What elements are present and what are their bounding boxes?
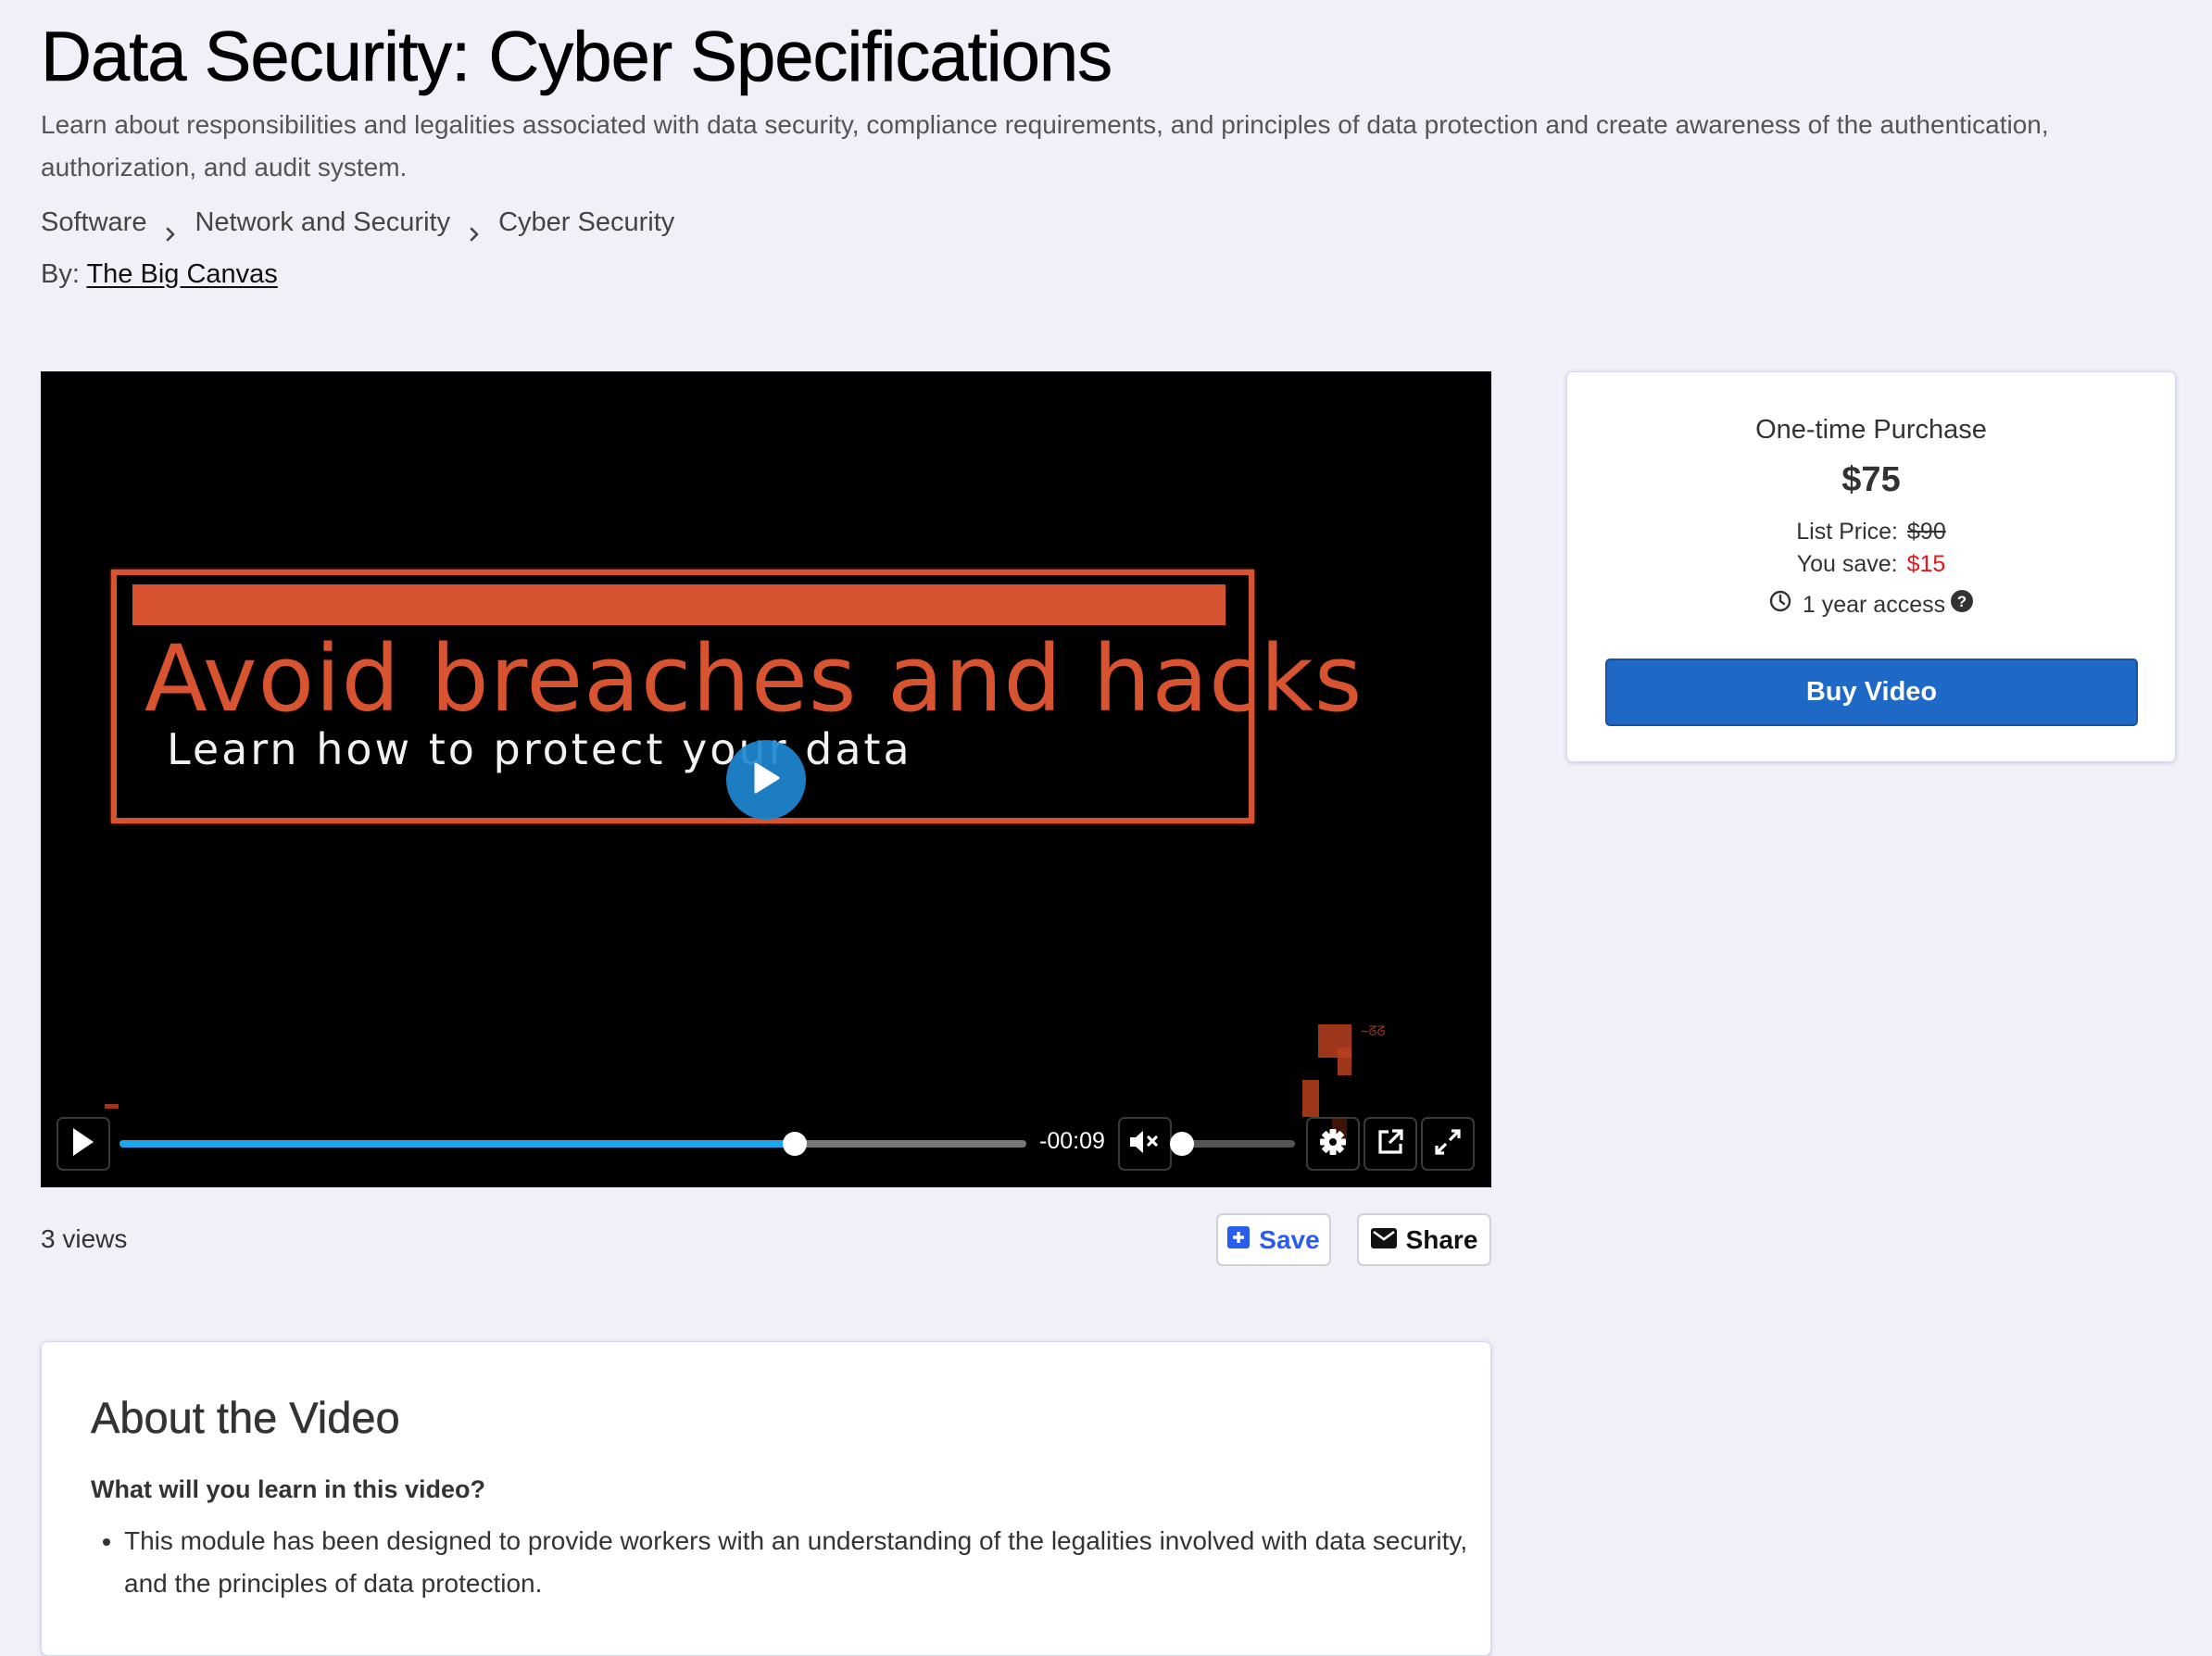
- save-label: Save: [1259, 1224, 1320, 1254]
- progress-handle[interactable]: [783, 1132, 808, 1156]
- list-price-row: List Price: $90: [1567, 516, 2175, 547]
- purchase-type: One-time Purchase: [1755, 415, 1987, 445]
- svg-text:?: ?: [1957, 593, 1967, 610]
- play-icon: [752, 762, 780, 798]
- volume-handle[interactable]: [1170, 1132, 1194, 1156]
- play-button[interactable]: [57, 1117, 110, 1171]
- byline: By: The Big Canvas: [41, 256, 278, 293]
- share-button[interactable]: Share: [1357, 1213, 1491, 1266]
- you-save-label: You save:: [1796, 551, 1898, 577]
- mute-button[interactable]: [1118, 1117, 1172, 1171]
- breadcrumb-item-network-and-security[interactable]: Network and Security: [195, 204, 450, 241]
- progress-bar[interactable]: [119, 1132, 1026, 1156]
- list-price-label: List Price:: [1796, 519, 1899, 545]
- save-button[interactable]: Save: [1216, 1213, 1331, 1266]
- clock-icon: [1769, 589, 1791, 621]
- view-count: 3 views: [41, 1224, 128, 1253]
- access-row: 1 year access ?: [1567, 589, 2175, 621]
- about-card: About the Video What will you learn in t…: [41, 1341, 1491, 1656]
- list-item: This module has been designed to provide…: [124, 1520, 1477, 1605]
- help-icon[interactable]: ?: [1951, 589, 1974, 621]
- video-artifact: ~ᘔᘔ: [1361, 1024, 1386, 1039]
- big-play-button[interactable]: [726, 740, 806, 820]
- video-artifact: [105, 1104, 119, 1109]
- author-link[interactable]: The Big Canvas: [86, 259, 277, 289]
- chevron-right-icon: [163, 215, 178, 242]
- envelope-icon: [1370, 1225, 1397, 1255]
- buy-video-button[interactable]: Buy Video: [1605, 659, 2138, 726]
- access-duration: 1 year access: [1802, 592, 1946, 618]
- video-artifact: [1338, 1048, 1351, 1075]
- price: $75: [1841, 460, 1901, 499]
- fullscreen-button[interactable]: [1421, 1117, 1475, 1171]
- external-link-icon: [1376, 1128, 1404, 1160]
- about-title: About the Video: [91, 1393, 400, 1443]
- about-bullet-list: This module has been designed to provide…: [91, 1520, 1477, 1605]
- page-description: Learn about responsibilities and legalit…: [41, 110, 2049, 182]
- share-label: Share: [1405, 1224, 1478, 1254]
- popout-button[interactable]: [1364, 1117, 1417, 1171]
- expand-icon: [1434, 1128, 1462, 1160]
- plus-square-icon: [1227, 1225, 1251, 1255]
- page-title: Data Security: Cyber Specifications: [41, 18, 1113, 97]
- breadcrumb-item-software[interactable]: Software: [41, 204, 146, 241]
- volume-mute-icon: [1129, 1130, 1161, 1159]
- by-label: By:: [41, 259, 80, 289]
- video-artifact: [1302, 1080, 1319, 1117]
- play-icon: [71, 1127, 95, 1161]
- you-save-row: You save: $15: [1567, 548, 2175, 580]
- list-price-value: $90: [1907, 519, 1946, 545]
- settings-button[interactable]: [1306, 1117, 1360, 1171]
- time-remaining: -00:09: [1039, 1128, 1105, 1154]
- progress-fill: [119, 1140, 796, 1148]
- breadcrumb-item-cyber-security[interactable]: Cyber Security: [498, 204, 674, 241]
- purchase-card: One-time Purchase $75 List Price: $90 You…: [1566, 371, 2176, 762]
- about-subtitle: What will you learn in this video?: [91, 1475, 486, 1503]
- video-player[interactable]: Avoid breaches and hacks Learn how to pr…: [41, 371, 1491, 1187]
- gear-icon: [1319, 1128, 1347, 1160]
- chevron-right-icon: [467, 215, 482, 242]
- video-frame-bar: [132, 584, 1225, 625]
- breadcrumb: Software Network and Security Cyber Secu…: [41, 204, 674, 242]
- volume-slider[interactable]: [1170, 1132, 1295, 1156]
- video-frame-title: Avoid breaches and hacks: [145, 626, 1364, 733]
- you-save-value: $15: [1906, 551, 1946, 577]
